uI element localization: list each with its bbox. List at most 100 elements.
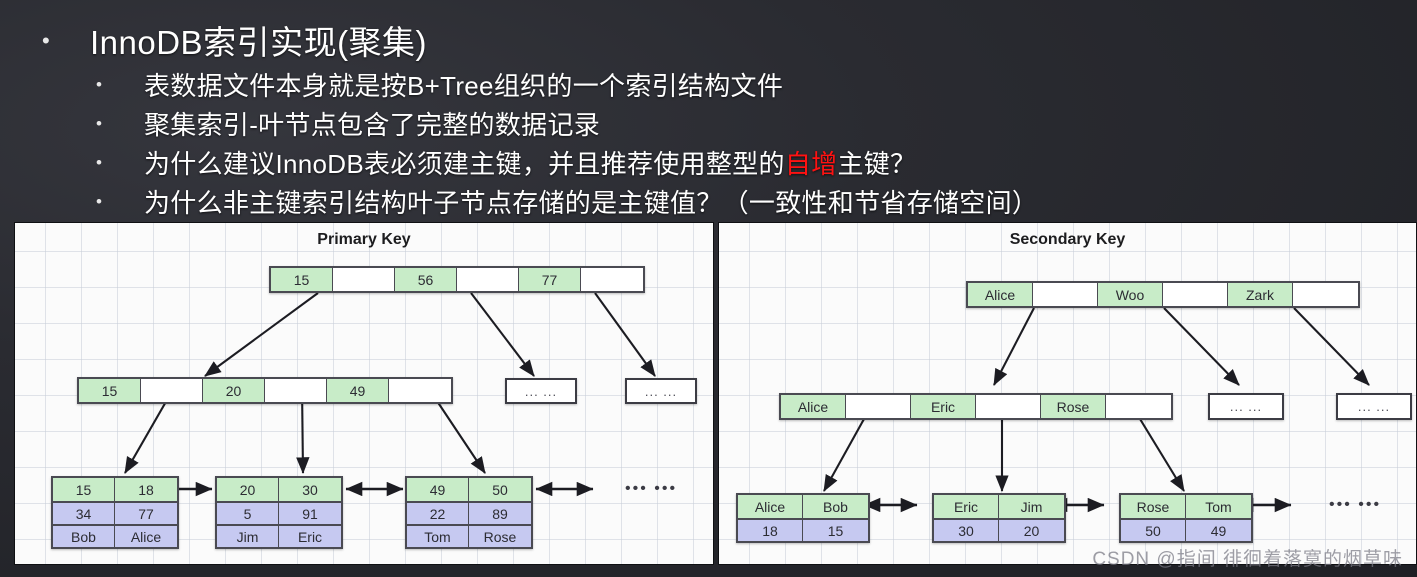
primary-internal-node: 15 20 49 — [77, 377, 453, 404]
node-cell — [1033, 283, 1098, 306]
leaf-data-cell: 20 — [999, 518, 1064, 541]
node-cell: 15 — [79, 379, 141, 402]
slide-text-block: • InnoDB索引实现(聚集) • 表数据文件本身就是按B+Tree组织的一个… — [0, 0, 1417, 220]
leaf-data-cell: Tom — [407, 524, 469, 547]
bullet-level2-3: • 为什么建议InnoDB表必须建主键，并且推荐使用整型的自增主键？ — [0, 144, 1417, 181]
node-row: Alice Bob — [738, 495, 868, 518]
bullet-level1: • InnoDB索引实现(聚集) — [0, 16, 1417, 64]
bullet-text-2: 聚集索引-叶节点包含了完整的数据记录 — [144, 110, 601, 140]
leaf-data-cell: Rose — [469, 524, 531, 547]
leaf-data-cell: 15 — [803, 518, 868, 541]
node-row: 18 15 — [738, 518, 868, 541]
leaf-key-cell: Rose — [1121, 495, 1186, 518]
node-cell: 15 — [271, 268, 333, 291]
leaf-key-cell: Eric — [934, 495, 999, 518]
leaf-key-cell: 18 — [115, 478, 177, 501]
node-row: 34 77 — [53, 501, 177, 524]
node-cell: 49 — [327, 379, 389, 402]
node-cell — [846, 395, 911, 418]
leaf-data-cell: 18 — [738, 518, 803, 541]
bullet-level2-1: • 表数据文件本身就是按B+Tree组织的一个索引结构文件 — [0, 66, 1417, 103]
node-row: Alice Eric Rose — [781, 395, 1171, 418]
node-row: Alice Woo Zark — [968, 283, 1358, 306]
bullet-level2-2: • 聚集索引-叶节点包含了完整的数据记录 — [0, 105, 1417, 142]
node-row: 5 91 — [217, 501, 341, 524]
secondary-key-title: Secondary Key — [1009, 231, 1126, 248]
node-cell: 77 — [519, 268, 581, 291]
bullet-level2-4: • 为什么非主键索引结构叶子节点存储的是主键值？（一致性和节省存储空间） — [0, 183, 1417, 220]
leaf-key-cell: Jim — [999, 495, 1064, 518]
node-cell — [581, 268, 643, 291]
leaf-key-cell: 15 — [53, 478, 115, 501]
leaf-key-cell: Alice — [738, 495, 803, 518]
bullet-dot-icon: • — [96, 192, 102, 211]
leaf-key-cell: 50 — [469, 478, 531, 501]
bullet-dot-icon: • — [42, 28, 50, 53]
secondary-root-node: Alice Woo Zark — [966, 281, 1360, 308]
node-cell: 20 — [203, 379, 265, 402]
leaf-data-cell: Eric — [279, 524, 341, 547]
bullet-dot-icon: • — [96, 75, 102, 94]
node-cell — [1106, 395, 1171, 418]
node-cell — [976, 395, 1041, 418]
leaf-key-cell: 30 — [279, 478, 341, 501]
leaf-key-cell: 20 — [217, 478, 279, 501]
bullet-dot-icon: • — [96, 114, 102, 133]
bullet-text-3: 为什么建议InnoDB表必须建主键，并且推荐使用整型的自增主键？ — [144, 144, 916, 181]
node-row: 30 20 — [934, 518, 1064, 541]
leaf-key-cell: 49 — [407, 478, 469, 501]
node-cell — [141, 379, 203, 402]
bullet-text-3-post: 主键？ — [837, 149, 917, 179]
secondary-internal-ellipsis-node-2: ... ... — [1336, 393, 1412, 420]
node-cell — [1293, 283, 1358, 306]
node-cell — [333, 268, 395, 291]
node-row: 15 56 77 — [271, 268, 643, 291]
bullet-text-4: 为什么非主键索引结构叶子节点存储的是主键值？（一致性和节省存储空间） — [144, 188, 1039, 218]
node-cell: Zark — [1228, 283, 1293, 306]
leaf-data-cell: Bob — [53, 524, 115, 547]
secondary-leaf-node: Eric Jim 30 20 — [932, 493, 1066, 543]
node-row: Bob Alice — [53, 524, 177, 547]
secondary-leaf-node: Alice Bob 18 15 — [736, 493, 870, 543]
primary-key-diagram: Primary Key 15 56 77 15 20 49 ... ... ..… — [14, 222, 714, 565]
node-cell — [457, 268, 519, 291]
secondary-leaf-node: Rose Tom 50 49 — [1119, 493, 1253, 543]
csdn-watermark: CSDN @指间 徘徊着落寞的烟草味 — [1092, 549, 1403, 570]
primary-leaf-node: 15 18 34 77 Bob Alice — [51, 476, 179, 549]
leaf-data-cell: 50 — [1121, 518, 1186, 541]
node-row: 15 20 49 — [79, 379, 451, 402]
node-row: Jim Eric — [217, 524, 341, 547]
primary-leaf-node: 20 30 5 91 Jim Eric — [215, 476, 343, 549]
node-cell — [389, 379, 451, 402]
leaf-data-cell: 34 — [53, 501, 115, 524]
bullet-dot-icon: • — [96, 153, 102, 172]
node-cell — [1163, 283, 1228, 306]
bullet-text-1: 表数据文件本身就是按B+Tree组织的一个索引结构文件 — [144, 71, 784, 101]
secondary-internal-ellipsis-node-1: ... ... — [1208, 393, 1284, 420]
leaf-data-cell: 5 — [217, 501, 279, 524]
primary-leaf-node: 49 50 22 89 Tom Rose — [405, 476, 533, 549]
bullet-text-3-highlight: 自增 — [784, 149, 838, 179]
node-cell — [265, 379, 327, 402]
secondary-internal-node: Alice Eric Rose — [779, 393, 1173, 420]
leaf-key-cell: Tom — [1186, 495, 1251, 518]
leaf-data-cell: 91 — [279, 501, 341, 524]
node-row: Tom Rose — [407, 524, 531, 547]
node-row: 50 49 — [1121, 518, 1251, 541]
node-row: Eric Jim — [934, 495, 1064, 518]
node-row: 20 30 — [217, 478, 341, 501]
node-row: 22 89 — [407, 501, 531, 524]
leaf-data-cell: 22 — [407, 501, 469, 524]
node-cell: Rose — [1041, 395, 1106, 418]
node-cell: Eric — [911, 395, 976, 418]
leaf-data-cell: Alice — [115, 524, 177, 547]
node-row: 49 50 — [407, 478, 531, 501]
node-cell: 56 — [395, 268, 457, 291]
leaf-data-cell: 30 — [934, 518, 999, 541]
primary-leaf-ellipsis: ••• ••• — [625, 480, 678, 497]
primary-internal-ellipsis-node-1: ... ... — [505, 378, 577, 404]
bullet-text-0: InnoDB索引实现(聚集) — [90, 24, 428, 61]
node-cell: Alice — [781, 395, 846, 418]
primary-root-node: 15 56 77 — [269, 266, 645, 293]
node-row: Rose Tom — [1121, 495, 1251, 518]
